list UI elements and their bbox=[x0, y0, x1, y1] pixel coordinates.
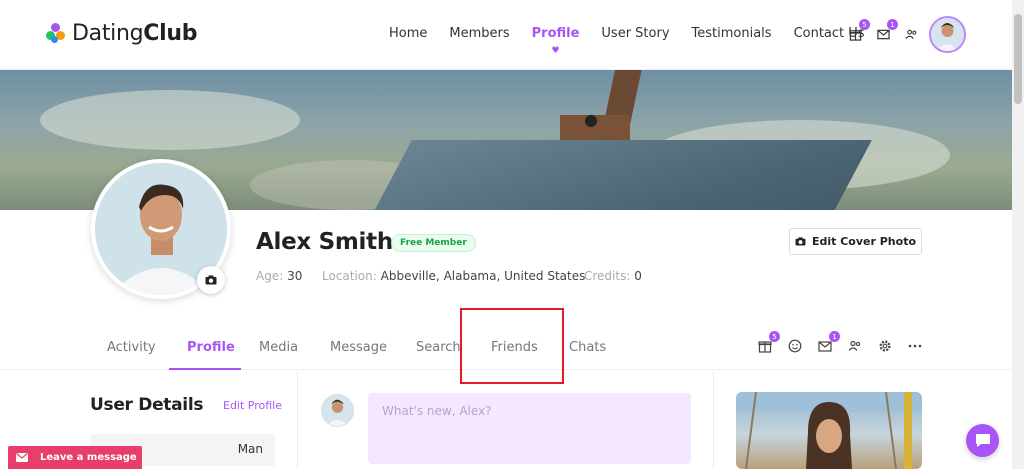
post-placeholder: What's new, Alex? bbox=[382, 404, 492, 418]
brand-logo[interactable]: DatingClub bbox=[46, 21, 197, 46]
camera-icon bbox=[205, 275, 217, 285]
tab-action-icons: 5 1 bbox=[757, 331, 923, 354]
logo-mark-icon bbox=[46, 22, 66, 45]
friends-tab-highlight bbox=[460, 308, 564, 384]
more-icon[interactable] bbox=[907, 338, 923, 354]
nav-user-story[interactable]: User Story bbox=[601, 26, 669, 41]
gift-icon[interactable]: 5 bbox=[757, 331, 780, 354]
header-user-avatar[interactable] bbox=[929, 16, 966, 53]
site-header: DatingClub Home Members Profile ♥ User St… bbox=[0, 0, 1012, 70]
column-divider-right bbox=[713, 371, 714, 469]
profile-location: Location: Abbeville, Alabama, United Sta… bbox=[322, 269, 585, 283]
tab-gift-badge: 5 bbox=[769, 331, 780, 342]
leave-message-label: Leave a message bbox=[40, 452, 137, 463]
tab-activity[interactable]: Activity bbox=[107, 340, 156, 355]
tab-mail-badge: 1 bbox=[829, 331, 840, 342]
profile-name: Alex Smith bbox=[256, 229, 393, 255]
edit-profile-link[interactable]: Edit Profile bbox=[223, 399, 282, 412]
main-nav: Home Members Profile ♥ User Story Testimo… bbox=[389, 26, 887, 56]
nav-home[interactable]: Home bbox=[389, 26, 427, 41]
edit-cover-photo-button[interactable]: Edit Cover Photo bbox=[789, 228, 922, 255]
chat-icon bbox=[975, 434, 990, 447]
mail-icon[interactable]: 1 bbox=[817, 331, 840, 354]
location-value: Abbeville, Alabama, United States bbox=[380, 269, 586, 283]
location-label: Location: bbox=[322, 269, 377, 283]
mail-icon[interactable]: 1 bbox=[875, 19, 898, 42]
tab-chats[interactable]: Chats bbox=[569, 340, 606, 355]
brand-name: DatingClub bbox=[72, 21, 197, 46]
mail-icon bbox=[16, 453, 28, 462]
column-divider-left bbox=[297, 371, 298, 469]
age-label: Age: bbox=[256, 269, 284, 283]
page-scrollbar[interactable] bbox=[1012, 0, 1024, 469]
nav-profile[interactable]: Profile ♥ bbox=[531, 26, 580, 56]
user-details-title: User Details bbox=[90, 395, 204, 415]
brand-name-bold: Club bbox=[143, 21, 198, 46]
credits-label: Credits: bbox=[584, 269, 631, 283]
tab-message[interactable]: Message bbox=[330, 340, 387, 355]
age-value: 30 bbox=[287, 269, 303, 283]
tab-media[interactable]: Media bbox=[259, 340, 298, 355]
credits-value: 0 bbox=[634, 269, 642, 283]
nav-profile-label: Profile bbox=[531, 26, 580, 41]
gift-icon[interactable]: 5 bbox=[847, 19, 870, 42]
smiley-icon[interactable] bbox=[787, 338, 803, 354]
featured-member-photo[interactable] bbox=[736, 392, 922, 469]
profile-age: Age: 30 bbox=[256, 269, 302, 283]
mail-badge: 1 bbox=[887, 19, 898, 30]
chat-widget-button[interactable] bbox=[966, 424, 999, 457]
camera-icon bbox=[795, 237, 806, 246]
tab-search[interactable]: Search bbox=[416, 340, 461, 355]
header-icons: 5 1 bbox=[847, 19, 919, 42]
gear-icon[interactable] bbox=[877, 338, 893, 354]
gift-badge: 5 bbox=[859, 19, 870, 30]
scrollbar-thumb[interactable] bbox=[1014, 14, 1022, 104]
nav-testimonials[interactable]: Testimonials bbox=[692, 26, 772, 41]
leave-message-button[interactable]: Leave a message bbox=[8, 446, 142, 469]
profile-credits: Credits: 0 bbox=[584, 269, 642, 283]
users-icon[interactable] bbox=[847, 338, 863, 354]
nav-members[interactable]: Members bbox=[449, 26, 509, 41]
edit-cover-label: Edit Cover Photo bbox=[811, 235, 917, 248]
post-author-avatar bbox=[321, 394, 354, 427]
gender-value: Man bbox=[237, 442, 263, 456]
users-icon[interactable] bbox=[903, 26, 919, 42]
heart-icon: ♥ bbox=[551, 46, 560, 56]
post-composer-input[interactable]: What's new, Alex? bbox=[368, 393, 691, 464]
active-tab-indicator bbox=[169, 368, 241, 370]
change-avatar-button[interactable] bbox=[197, 266, 225, 294]
tab-profile[interactable]: Profile bbox=[187, 340, 235, 355]
brand-name-light: Dating bbox=[72, 21, 144, 46]
membership-badge: Free Member bbox=[391, 234, 476, 252]
